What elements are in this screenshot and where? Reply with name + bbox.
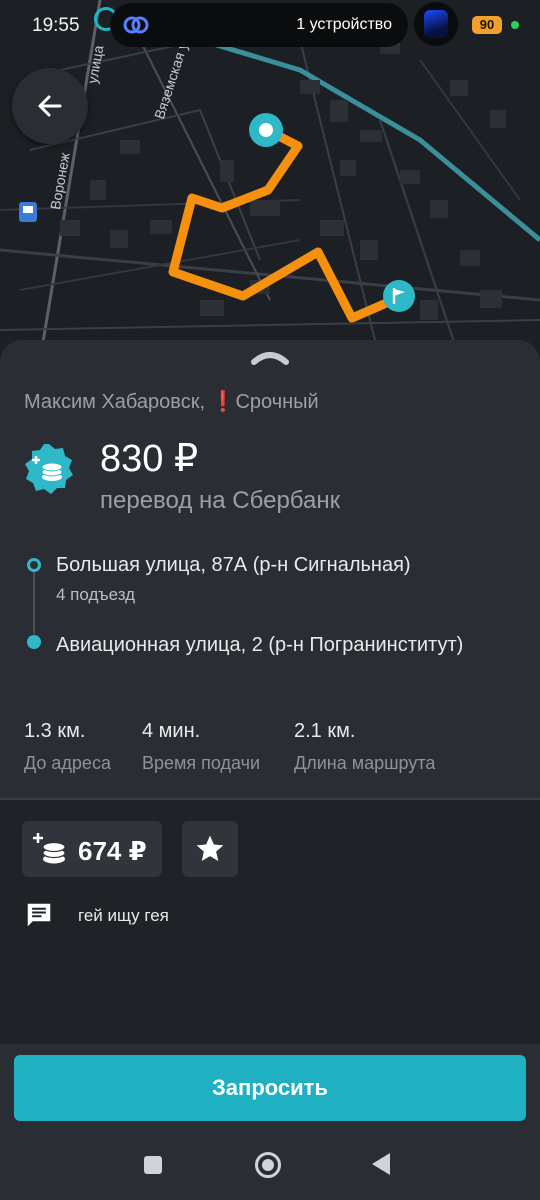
bottom-bar: Запросить — [0, 1044, 540, 1200]
finish-flag-icon[interactable] — [383, 280, 415, 312]
favorite-button[interactable] — [182, 821, 238, 877]
bonus-amount: 674 ₽ — [78, 836, 147, 866]
battery-indicator: 90 — [472, 16, 502, 34]
route-connector — [33, 572, 35, 634]
back-triangle-icon[interactable] — [372, 1153, 390, 1175]
pickup-address: Большая улица, 87А (р-н Сигнальная) — [56, 554, 411, 576]
status-dot — [511, 21, 519, 29]
link-icon — [123, 16, 149, 34]
map-view[interactable]: Вяземская улица Воронеж улица — [0, 0, 540, 360]
pickup-entrance: 4 подъезд — [56, 585, 136, 604]
bonus-button[interactable]: 674 ₽ — [22, 821, 162, 877]
dropoff-address: Авиационная улица, 2 (р-н Погранинститут… — [56, 634, 464, 656]
client-name: Максим Хабаровск, — [24, 391, 205, 413]
device-indicator[interactable]: 1 устройство — [110, 3, 408, 47]
client-info: Максим Хабаровск, ❗Срочный — [24, 389, 319, 414]
stat-value: 1.3 км. — [24, 720, 86, 742]
order-price: 830 ₽ — [100, 438, 199, 480]
urgent-label: Срочный — [235, 391, 319, 413]
stat-value: 2.1 км. — [294, 720, 356, 742]
device-count-text: 1 устройство — [296, 16, 392, 33]
coins-badge-icon — [25, 444, 73, 494]
stat-label: Длина маршрута — [294, 753, 436, 773]
stat-label: Время подачи — [142, 753, 261, 773]
order-extras: 674 ₽ гей ищу гея — [0, 800, 540, 1044]
stat-arrival-time: 4 мин. Время подачи — [142, 720, 260, 774]
urgent-icon: ❗ — [210, 391, 236, 413]
map-canvas — [0, 0, 540, 360]
star-icon — [196, 835, 224, 861]
avatar[interactable] — [414, 2, 458, 46]
status-time: 19:55 — [32, 15, 80, 36]
start-marker-icon[interactable] — [249, 113, 283, 147]
dropoff-point-icon — [27, 635, 41, 649]
chevron-up-icon[interactable] — [250, 348, 290, 366]
comment-icon — [27, 903, 51, 927]
pickup-point-icon — [27, 558, 41, 572]
payment-method: перевод на Сбербанк — [100, 487, 341, 514]
stat-route-length: 2.1 км. Длина маршрута — [294, 720, 435, 774]
home-icon[interactable] — [255, 1152, 281, 1178]
recent-apps-icon[interactable] — [144, 1156, 162, 1174]
request-button[interactable]: Запросить — [14, 1055, 526, 1121]
stat-label: До адреса — [24, 753, 111, 773]
arrow-left-icon — [38, 95, 62, 117]
stat-value: 4 мин. — [142, 720, 201, 742]
stat-distance-to-address: 1.3 км. До адреса — [24, 720, 111, 774]
order-comment: гей ищу гея — [78, 906, 169, 925]
order-sheet: Максим Хабаровск, ❗Срочный 830 ₽ перевод… — [0, 340, 540, 1044]
back-button[interactable] — [12, 68, 88, 144]
coins-icon — [33, 833, 66, 864]
